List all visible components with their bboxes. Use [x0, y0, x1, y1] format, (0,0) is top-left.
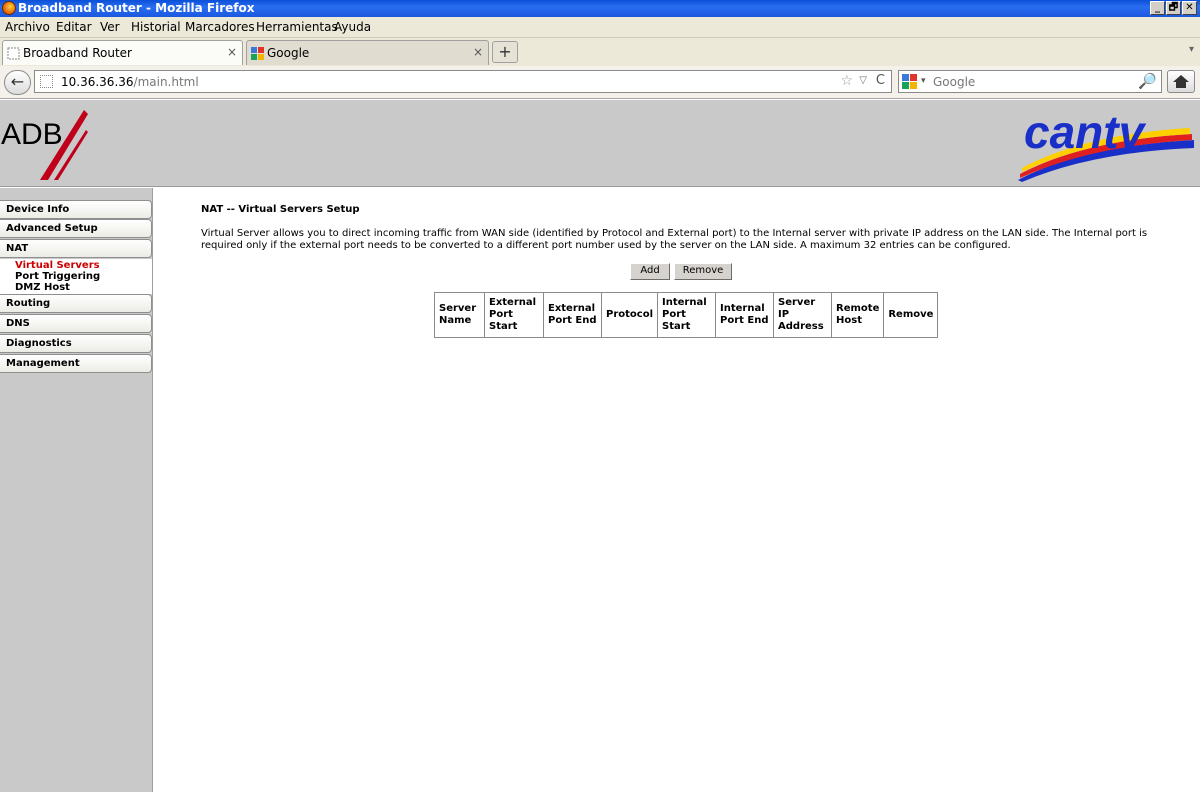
tab-broadband-router[interactable]: Broadband Router × — [2, 40, 243, 65]
url-bar[interactable]: 10.36.36.36/main.html ☆ ▽ C — [34, 70, 892, 93]
table-header-row: Server Name External Port Start External… — [434, 292, 939, 338]
sidebar-item-advanced-setup[interactable]: Advanced Setup — [0, 219, 152, 238]
remove-button[interactable]: Remove — [674, 263, 732, 280]
col-server-ip-address: Server IP Address — [773, 292, 833, 338]
tab-close-icon[interactable]: × — [227, 45, 237, 59]
nat-submenu: Virtual Servers Port Triggering DMZ Host — [0, 259, 152, 294]
sidebar-item-device-info[interactable]: Device Info — [0, 200, 152, 219]
menu-ayuda[interactable]: Ayuda — [334, 20, 371, 35]
sidebar-item-diagnostics[interactable]: Diagnostics — [0, 334, 152, 353]
sidebar-item-routing[interactable]: Routing — [0, 294, 152, 313]
tab-google[interactable]: Google × — [246, 40, 489, 65]
maximize-button[interactable]: 🗗 — [1166, 1, 1181, 15]
menu-marcadores[interactable]: Marcadores — [185, 20, 255, 35]
engine-dropdown-icon[interactable]: ▾ — [921, 76, 926, 86]
google-engine-icon[interactable] — [902, 74, 918, 90]
close-window-button[interactable]: ✕ — [1182, 1, 1197, 15]
col-remote-host: Remote Host — [831, 292, 885, 338]
svg-text:ADB: ADB — [1, 118, 63, 151]
new-tab-button[interactable]: + — [492, 41, 518, 63]
firefox-icon — [2, 1, 16, 15]
menu-bar: Archivo Editar Ver Historial Marcadores … — [0, 17, 1200, 38]
col-protocol: Protocol — [600, 292, 659, 338]
submenu-virtual-servers[interactable]: Virtual Servers — [15, 260, 100, 271]
col-external-port-end: External Port End — [543, 292, 602, 338]
col-internal-port-end: Internal Port End — [715, 292, 775, 338]
back-button[interactable]: ← — [4, 70, 31, 95]
site-identity-icon[interactable] — [40, 75, 53, 88]
menu-editar[interactable]: Editar — [56, 20, 92, 35]
col-remove: Remove — [883, 292, 939, 338]
menu-ver[interactable]: Ver — [100, 20, 120, 35]
page-icon — [7, 47, 20, 60]
menu-herramientas[interactable]: Herramientas — [256, 20, 338, 35]
tab-list-icon[interactable]: ▾ — [1189, 44, 1194, 55]
sidebar-item-management[interactable]: Management — [0, 354, 152, 373]
col-internal-port-start: Internal Port Start — [657, 292, 717, 338]
google-icon — [251, 47, 264, 60]
url-text[interactable]: 10.36.36.36/main.html — [61, 75, 199, 89]
tab-label: Broadband Router — [23, 46, 132, 60]
window-titlebar: Broadband Router - Mozilla Firefox _ 🗗 ✕ — [0, 0, 1200, 17]
cantv-logo: cantv — [1018, 106, 1194, 182]
page-description: Virtual Server allows you to direct inco… — [201, 228, 1148, 251]
tab-label: Google — [267, 46, 310, 60]
virtual-servers-table: Server Name External Port Start External… — [434, 292, 939, 338]
minimize-button[interactable]: _ — [1150, 1, 1165, 15]
history-dropdown-icon[interactable]: ▽ — [859, 75, 867, 86]
menu-historial[interactable]: Historial — [131, 20, 181, 35]
search-bar[interactable]: ▾ Google 🔎 — [898, 70, 1162, 93]
search-input[interactable]: Google — [933, 75, 975, 89]
adb-logo: ADB — [1, 110, 88, 180]
reload-icon[interactable]: C — [876, 73, 885, 88]
home-icon — [1173, 75, 1189, 88]
home-button[interactable] — [1167, 70, 1195, 93]
page-title: NAT -- Virtual Servers Setup — [201, 204, 360, 215]
menu-archivo[interactable]: Archivo — [5, 20, 50, 35]
search-icon[interactable]: 🔎 — [1138, 72, 1157, 90]
sidebar-item-dns[interactable]: DNS — [0, 314, 152, 333]
col-server-name: Server Name — [434, 292, 485, 338]
submenu-port-triggering[interactable]: Port Triggering — [15, 271, 100, 282]
svg-text:cantv: cantv — [1024, 106, 1147, 158]
tab-strip: Broadband Router × Google × — [0, 38, 1200, 66]
window-title: Broadband Router - Mozilla Firefox — [18, 1, 255, 15]
bookmark-star-icon[interactable]: ☆ — [840, 73, 853, 89]
tab-close-icon[interactable]: × — [473, 45, 483, 59]
submenu-dmz-host[interactable]: DMZ Host — [15, 282, 70, 293]
sidebar-item-nat[interactable]: NAT — [0, 239, 152, 258]
col-external-port-start: External Port Start — [484, 292, 544, 338]
add-button[interactable]: Add — [630, 263, 670, 280]
